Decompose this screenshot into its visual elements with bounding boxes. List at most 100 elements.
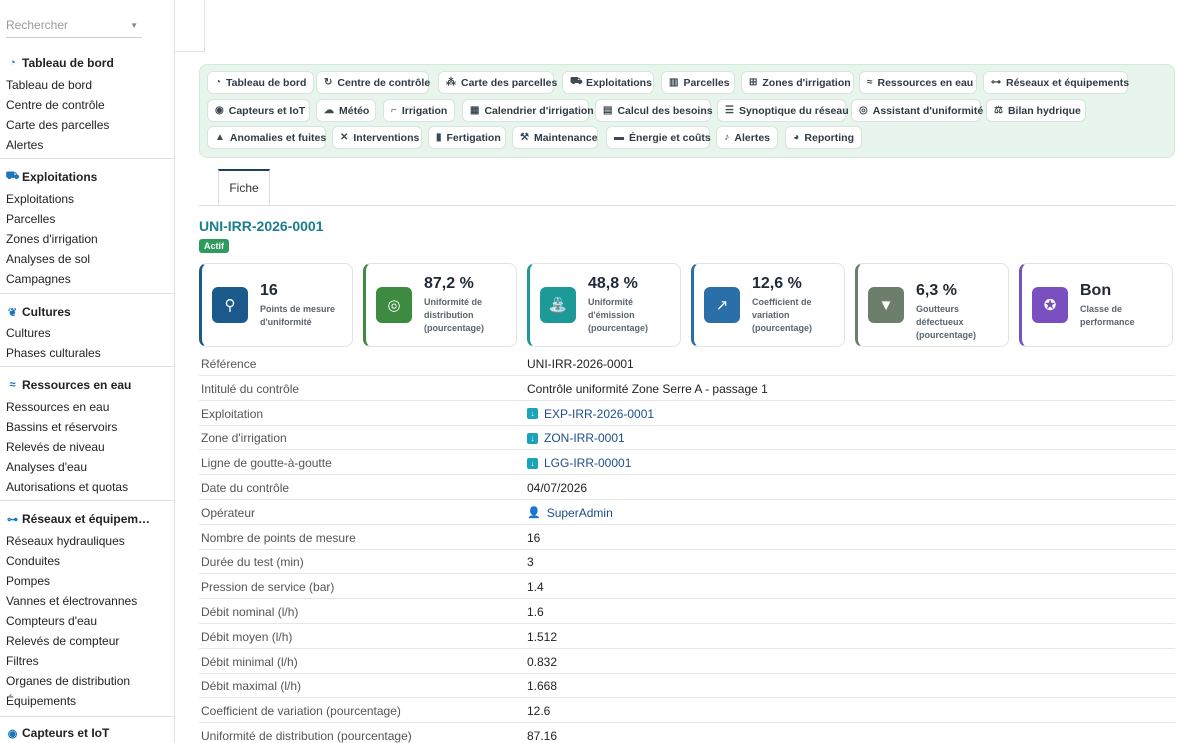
nav-button[interactable]: ↻ Centre de contrôle bbox=[316, 71, 430, 94]
nav-button[interactable]: ☁ Météo bbox=[316, 99, 376, 122]
sidebar-item[interactable]: Zones d'irrigation bbox=[6, 232, 98, 246]
sidebar-item[interactable]: Autorisations et quotas bbox=[6, 480, 128, 494]
nav-button[interactable]: ⁂ Carte des parcelles bbox=[438, 71, 558, 94]
detail-value-text: 16 bbox=[527, 530, 541, 545]
sidebar-item[interactable]: Filtres bbox=[6, 654, 39, 668]
bottle-icon: ▮ bbox=[436, 132, 442, 143]
sidebar-item[interactable]: Phases culturales bbox=[6, 346, 101, 360]
nav-button-label: Carte des parcelles bbox=[461, 76, 558, 89]
sidebar-item[interactable]: Équipements bbox=[6, 694, 76, 708]
sidebar-item[interactable]: Relevés de compteur bbox=[6, 634, 119, 648]
sidebar-item[interactable]: Alertes bbox=[6, 138, 43, 152]
kpi-card: ⚲ 16 Points de mesure d'uniformité bbox=[199, 263, 353, 347]
pin-icon: ⚲ bbox=[212, 287, 248, 323]
sidebar-divider bbox=[0, 293, 174, 294]
nav-button[interactable]: ⛟ Exploitations bbox=[562, 71, 654, 94]
nav-button[interactable]: ▬ Énergie et coûts bbox=[606, 126, 711, 149]
detail-key: Intitulé du contrôle bbox=[201, 381, 300, 396]
nav-button[interactable]: ◕ Reporting bbox=[785, 126, 862, 149]
sidebar-item[interactable]: Analyses de sol bbox=[6, 252, 90, 266]
detail-value-text: 1.4 bbox=[527, 580, 544, 595]
nav-button[interactable]: ◎ Assistant d'uniformité bbox=[851, 99, 984, 122]
sidebar-item[interactable]: Organes de distribution bbox=[6, 674, 130, 688]
nav-button-label: Parcelles bbox=[683, 76, 730, 89]
page-title: UNI-IRR-2026-0001 bbox=[199, 218, 324, 234]
chevron-down-icon[interactable]: ▼ bbox=[130, 21, 138, 30]
sidebar-section-title: ◔ Tableau de bord bbox=[6, 56, 114, 70]
pie-chart-icon: ◕ bbox=[793, 132, 800, 143]
sidebar-item[interactable]: Relevés de niveau bbox=[6, 440, 105, 454]
nav-button-label: Calcul des besoins bbox=[617, 104, 713, 117]
nav-button[interactable]: ▤ Calcul des besoins bbox=[595, 99, 713, 122]
nav-button[interactable]: ≈ Ressources en eau bbox=[859, 71, 977, 94]
search-select[interactable]: Rechercher ▼ bbox=[6, 18, 142, 38]
detail-row: Uniformité de distribution (pourcentage)… bbox=[199, 723, 1175, 743]
nav-button-label: Alertes bbox=[734, 131, 770, 144]
nav-button-label: Ressources en eau bbox=[877, 76, 974, 89]
detail-value[interactable]: ↓ EXP-IRR-2026-0001 bbox=[527, 407, 654, 421]
detail-value[interactable]: ↓ ZON-IRR-0001 bbox=[527, 431, 625, 445]
nav-button[interactable]: ✕ Interventions bbox=[332, 126, 422, 149]
detail-value-text: 12.6 bbox=[527, 704, 551, 719]
sidebar-divider bbox=[0, 716, 174, 717]
nav-button[interactable]: ⊞ Zones d'irrigation bbox=[741, 71, 854, 94]
detail-value[interactable]: ↓ LGG-IRR-00001 bbox=[527, 456, 631, 470]
award-icon: ✪ bbox=[1032, 287, 1068, 323]
sidebar-item[interactable]: Parcelles bbox=[6, 212, 55, 226]
kpi-label: Classe de performance bbox=[1080, 304, 1135, 327]
nav-button[interactable]: ⚒ Maintenance bbox=[512, 126, 598, 149]
nav-button-label: Exploitations bbox=[586, 76, 652, 89]
kpi-value: 16 bbox=[260, 282, 278, 299]
nav-button[interactable]: ▥ Parcelles bbox=[661, 71, 735, 94]
detail-value: UNI-IRR-2026-0001 bbox=[527, 357, 634, 371]
gauge-icon: ◔ bbox=[215, 77, 222, 88]
sidebar-section-title: ❦ Cultures bbox=[6, 305, 71, 319]
nav-button[interactable]: ◔ Tableau de bord bbox=[207, 71, 314, 94]
sidebar-item[interactable]: Compteurs d'eau bbox=[6, 614, 97, 628]
nav-button[interactable]: ▮ Fertigation bbox=[428, 126, 506, 149]
nav-button-label: Énergie et coûts bbox=[629, 131, 711, 144]
sidebar-item[interactable]: Vannes et électrovannes bbox=[6, 594, 137, 608]
nav-button[interactable]: ▦ Calendrier d'irrigation bbox=[462, 99, 594, 122]
sidebar-item[interactable]: Ressources en eau bbox=[6, 400, 109, 414]
sidebar-item[interactable]: Pompes bbox=[6, 574, 50, 588]
nav-button-label: Assistant d'uniformité bbox=[872, 104, 984, 117]
detail-value[interactable]: 👤 SuperAdmin bbox=[527, 506, 613, 520]
sidebar-section-title: ⊶ Réseaux et équipem… bbox=[6, 512, 150, 526]
sidebar-item[interactable]: Tableau de bord bbox=[6, 78, 92, 92]
sensor-icon: ◉ bbox=[7, 727, 18, 740]
tractor-icon: ⛟ bbox=[5, 170, 20, 182]
sidebar-item[interactable]: Campagnes bbox=[6, 272, 71, 286]
kpi-value: 48,8 % bbox=[588, 275, 638, 292]
user-icon: 👤 bbox=[527, 507, 541, 520]
nav-button-label: Zones d'irrigation bbox=[762, 76, 851, 89]
sidebar-section-label: Tableau de bord bbox=[22, 56, 114, 70]
nav-button[interactable]: ⌐ Irrigation bbox=[383, 99, 455, 122]
sidebar-item[interactable]: Centre de contrôle bbox=[6, 98, 105, 112]
sidebar-item[interactable]: Bassins et réservoirs bbox=[6, 420, 117, 434]
tab-fiche[interactable]: Fiche bbox=[218, 169, 270, 205]
sidebar-item[interactable]: Réseaux hydrauliques bbox=[6, 534, 125, 548]
kpi-label: Points de mesure d'uniformité bbox=[260, 304, 336, 327]
sidebar-item[interactable]: Exploitations bbox=[6, 192, 74, 206]
sidebar-item[interactable]: Carte des parcelles bbox=[6, 118, 109, 132]
nav-button[interactable]: ⚖ Bilan hydrique bbox=[986, 99, 1086, 122]
nav-button[interactable]: ⊶ Réseaux et équipements bbox=[983, 71, 1129, 94]
nav-button[interactable]: ☰ Synoptique du réseau bbox=[717, 99, 849, 122]
detail-value: 0.832 bbox=[527, 655, 557, 669]
detail-value: 1.668 bbox=[527, 679, 557, 693]
nav-button[interactable]: ♪ Alertes bbox=[716, 126, 778, 149]
sidebar-item[interactable]: Cultures bbox=[6, 326, 51, 340]
detail-row: Ligne de goutte-à-goutte ↓ LGG-IRR-00001 bbox=[199, 450, 1175, 476]
sidebar-section-title: ≈ Ressources en eau bbox=[6, 378, 131, 392]
record-link-icon: ↓ bbox=[527, 432, 538, 444]
nav-button[interactable]: ▲ Anomalies et fuites bbox=[207, 126, 326, 149]
sidebar-item[interactable]: Conduites bbox=[6, 554, 60, 568]
detail-row: Débit moyen (l/h) 1.512 bbox=[199, 624, 1175, 649]
search-placeholder: Rechercher bbox=[6, 18, 69, 32]
kpi-value: 12,6 % bbox=[752, 275, 802, 292]
detail-row: Durée du test (min) 3 bbox=[199, 549, 1175, 575]
detail-value: Contrôle uniformité Zone Serre A - passa… bbox=[527, 382, 768, 396]
sidebar-item[interactable]: Analyses d'eau bbox=[6, 460, 87, 474]
nav-button[interactable]: ◉ Capteurs et IoT bbox=[207, 99, 310, 122]
